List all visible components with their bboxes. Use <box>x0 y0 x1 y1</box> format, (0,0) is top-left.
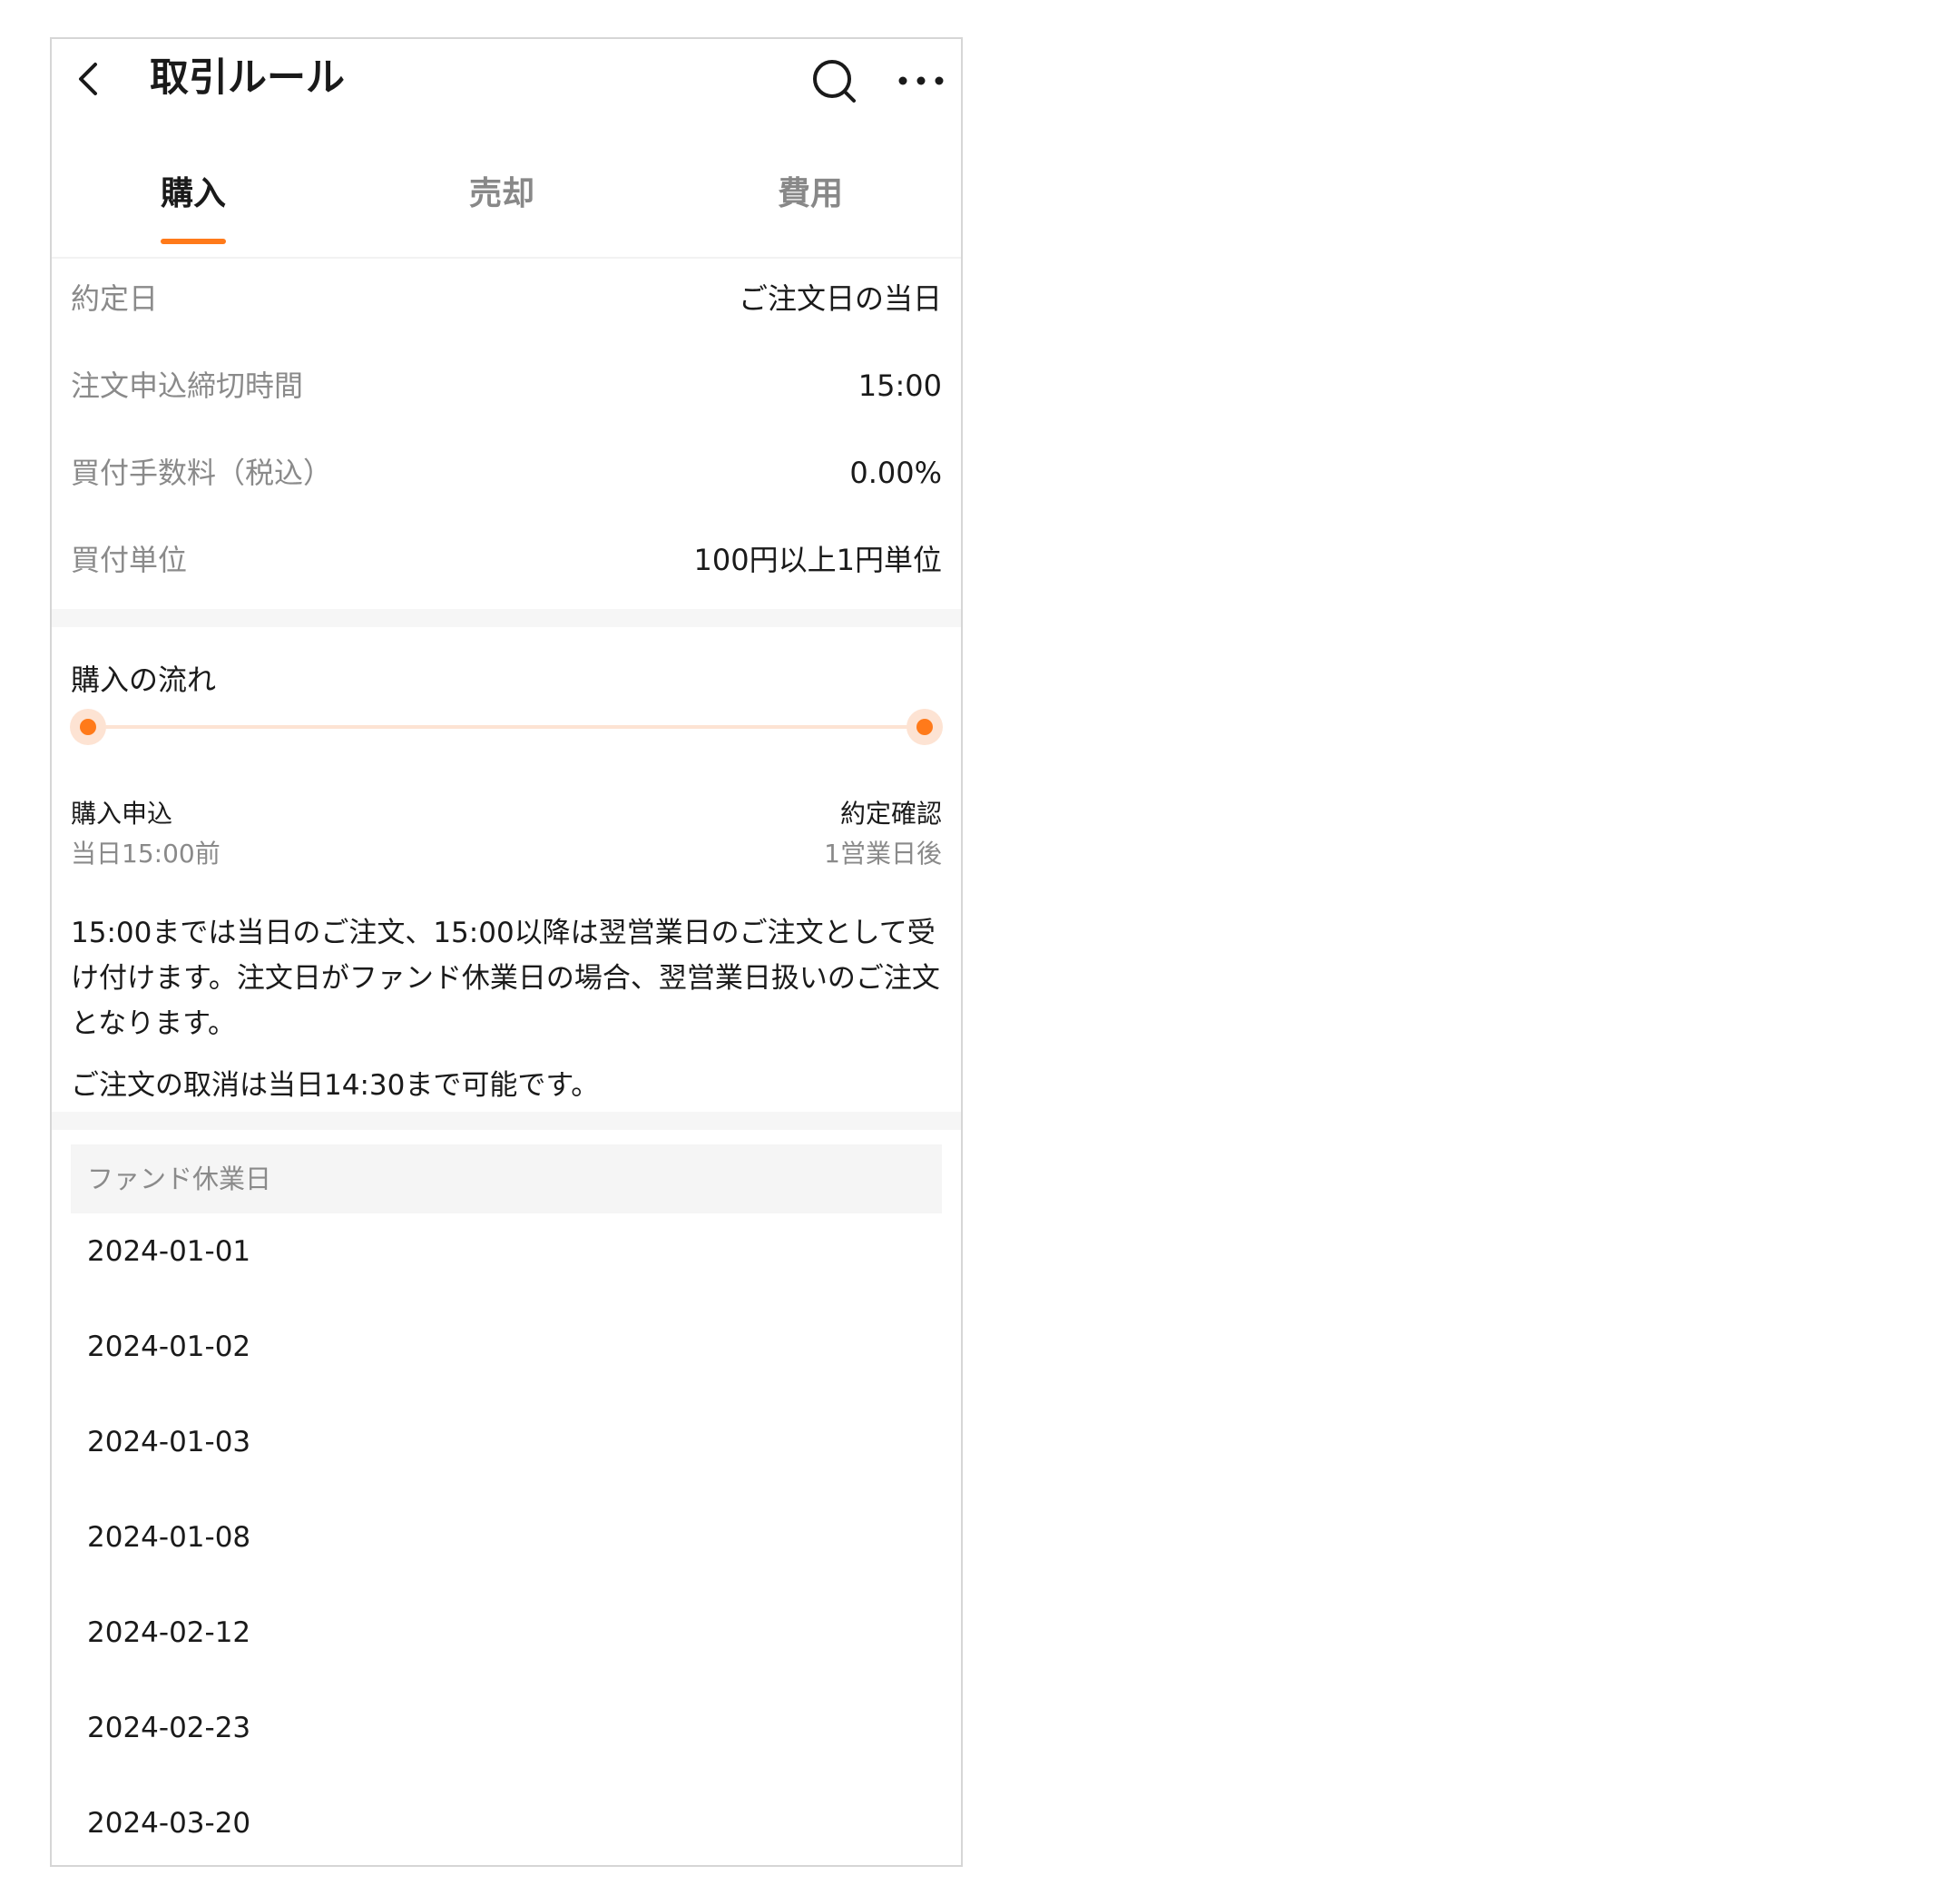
tab-purchase[interactable]: 購入 <box>103 172 284 217</box>
section-divider <box>52 1112 961 1130</box>
flow-timeline-line <box>88 725 923 729</box>
info-label: 買付手数料（税込） <box>71 456 333 490</box>
info-value: 15:00 <box>858 368 942 403</box>
flow-step-name: 約定確認 <box>839 799 942 829</box>
info-label: 注文申込締切時間 <box>71 368 304 403</box>
active-tab-indicator <box>161 239 226 244</box>
info-value: 100円以上1円単位 <box>693 543 942 577</box>
trade-info-list: 約定日 ご注文日の当日 注文申込締切時間 15:00 買付手数料（税込） 0.0… <box>52 259 961 607</box>
list-item: 2024-03-20 <box>87 1807 251 1840</box>
info-row-deadline: 注文申込締切時間 15:00 <box>52 346 961 433</box>
flow-note: ご注文の取消は当日14:30まで可能です。 <box>71 1069 600 1102</box>
flow-step-time: 1営業日後 <box>824 839 942 869</box>
info-row-trade-date: 約定日 ご注文日の当日 <box>52 259 961 346</box>
list-item: 2024-02-23 <box>87 1712 251 1744</box>
flow-step-name: 購入申込 <box>71 799 173 829</box>
list-item: 2024-01-02 <box>87 1330 251 1363</box>
info-value: ご注文日の当日 <box>738 281 942 316</box>
list-item: 2024-01-01 <box>87 1235 251 1268</box>
back-arrow-icon[interactable] <box>68 57 112 101</box>
flow-note: 15:00までは当日のご注文、15:00以降は翌営業日のご注文として受け付けます… <box>71 917 940 1040</box>
tab-bar: 購入 売却 費用 <box>52 146 961 259</box>
app-header: 取引ルール <box>52 39 961 119</box>
list-item: 2024-01-08 <box>87 1521 251 1554</box>
holiday-list: 2024-01-01 2024-01-02 2024-01-03 2024-01… <box>87 1232 940 1865</box>
flow-step-dot <box>906 709 943 745</box>
flow-step-dot <box>70 709 106 745</box>
list-item: 2024-02-12 <box>87 1616 251 1649</box>
more-dots-icon[interactable] <box>896 63 946 99</box>
info-value: 0.00% <box>849 456 942 490</box>
page-title: 取引ルール <box>150 55 345 101</box>
info-row-unit: 買付単位 100円以上1円単位 <box>52 520 961 607</box>
holiday-table-header: ファンド休業日 <box>71 1144 942 1213</box>
section-divider <box>52 609 961 627</box>
search-icon[interactable] <box>808 55 859 106</box>
list-item: 2024-01-03 <box>87 1426 251 1458</box>
info-row-fee: 買付手数料（税込） 0.00% <box>52 433 961 520</box>
app-screen: 取引ルール 購入 売却 費用 約定日 ご注文日の当日 注文申込締切時間 15:0… <box>50 37 963 1867</box>
flow-title: 購入の流れ <box>71 663 217 697</box>
info-label: 約定日 <box>71 281 159 316</box>
tab-sell[interactable]: 売却 <box>411 172 593 217</box>
tab-fees[interactable]: 費用 <box>720 172 901 217</box>
info-label: 買付単位 <box>71 543 188 577</box>
flow-step-time: 当日15:00前 <box>71 839 220 869</box>
holiday-header-label: ファンド休業日 <box>87 1164 272 1194</box>
